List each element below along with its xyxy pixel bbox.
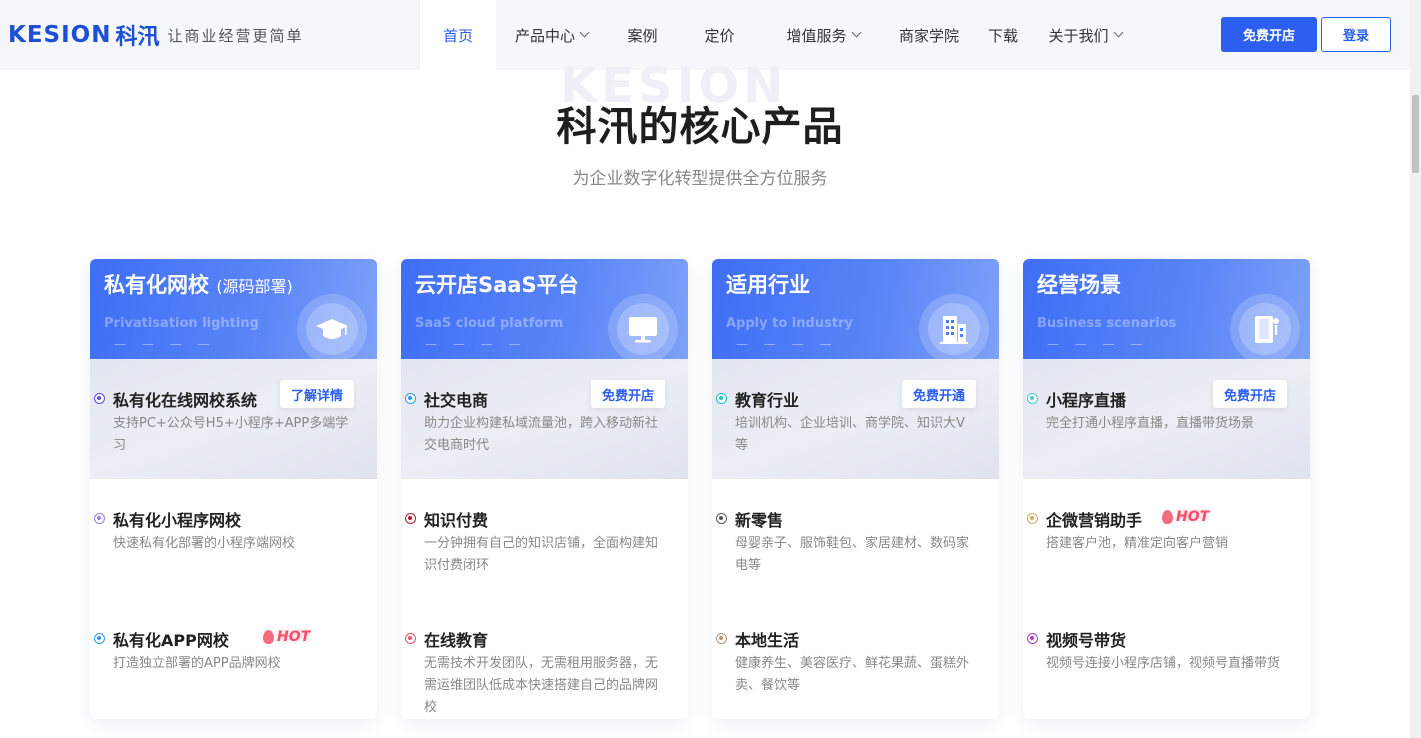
- card-item-description: 健康养生、美容医疗、鲜花果蔬、蛋糕外卖、餐饮等: [735, 656, 970, 693]
- card-title-text: 私有化网校: [104, 273, 209, 297]
- card-english-subtitle: Privatisation lighting: [104, 316, 259, 331]
- item-bullet-icon: [94, 393, 105, 404]
- card-item-title[interactable]: 在线教育: [424, 627, 488, 651]
- card-item-action-button[interactable]: 了解详情: [280, 380, 354, 408]
- nav-item-label: 商家学院: [898, 26, 959, 45]
- card-title: 经营场景: [1037, 269, 1121, 299]
- flame-icon: [1162, 510, 1173, 524]
- nav-item-6[interactable]: 下载: [973, 0, 1033, 70]
- chevron-down-icon: [579, 27, 590, 38]
- nav-item-label: 下载: [987, 26, 1018, 45]
- nav-item-label: 案例: [627, 26, 658, 45]
- card-item-description: 快速私有化部署的小程序端网校: [113, 536, 296, 551]
- card-item-title[interactable]: 私有化APP网校: [113, 627, 229, 651]
- nav-item-label: 首页: [442, 26, 473, 45]
- nav-item-0[interactable]: 首页: [420, 0, 496, 70]
- card-english-subtitle: Apply to industry: [726, 316, 853, 331]
- hot-badge-label: HOT: [1176, 509, 1210, 525]
- card-item-title[interactable]: 教育行业: [735, 387, 799, 411]
- nav-item-label: 关于我们: [1048, 26, 1109, 45]
- card-header: 适用行业 Apply to industry — — — —: [712, 259, 999, 364]
- item-bullet-icon: [1027, 633, 1038, 644]
- card-item-action-button[interactable]: 免费开通: [902, 380, 976, 408]
- card-item-action-button[interactable]: 免费开店: [1213, 380, 1287, 408]
- hot-badge: HOT: [1162, 509, 1209, 525]
- nav-item-label: 定价: [704, 26, 735, 45]
- card-item-title[interactable]: 小程序直播: [1046, 387, 1126, 411]
- card-english-subtitle: SaaS cloud platform: [415, 316, 564, 331]
- card-dash-decoration: — — — —: [425, 337, 527, 351]
- card-item-title[interactable]: 知识付费: [424, 507, 488, 531]
- hot-badge-label: HOT: [277, 629, 311, 645]
- scrollbar-thumb[interactable]: [1412, 95, 1419, 173]
- card-item-title[interactable]: 企微营销助手: [1046, 507, 1142, 531]
- card-title-text: 云开店SaaS平台: [415, 273, 579, 297]
- nav-item-7[interactable]: 关于我们: [1033, 0, 1137, 70]
- item-bullet-icon: [405, 513, 416, 524]
- card-item-title[interactable]: 私有化在线网校系统: [113, 387, 257, 411]
- card-item-title[interactable]: 新零售: [735, 507, 783, 531]
- mobile-info-icon: [1247, 311, 1283, 347]
- card-item-title[interactable]: 私有化小程序网校: [113, 507, 241, 531]
- card-item-description: 支持PC+公众号H5+小程序+APP多端学习: [113, 416, 349, 453]
- card-item-description: 完全打通小程序直播，直播带货场景: [1046, 416, 1255, 431]
- card-item-description: 无需技术开发团队，无需租用服务器，无需运维团队低成本快速搭建自己的品牌网校: [424, 656, 659, 715]
- brand-logo[interactable]: KESION 科汛 让商业经营更简单: [8, 19, 304, 51]
- free-open-store-button[interactable]: 免费开店: [1221, 17, 1317, 52]
- product-card-2: 适用行业 Apply to industry — — — — 教育行业 免费开通培训机构…: [712, 259, 999, 719]
- product-card-3: 经营场景 Business scenarios — — — — 小程序直播 免费开店完全…: [1023, 259, 1310, 719]
- card-header: 私有化网校 (源码部署) Privatisation lighting — — — …: [90, 259, 377, 364]
- nav-item-label: 增值服务: [786, 26, 847, 45]
- item-bullet-icon: [716, 633, 727, 644]
- product-card-1: 云开店SaaS平台 SaaS cloud platform — — — — 社交电商 免…: [401, 259, 688, 719]
- card-header: 经营场景 Business scenarios — — — —: [1023, 259, 1310, 364]
- graduation-cap-icon: [314, 311, 350, 347]
- hot-badge: HOT: [263, 629, 310, 645]
- chevron-down-icon: [851, 27, 861, 38]
- item-bullet-icon: [405, 633, 416, 644]
- chevron-down-icon: [1113, 27, 1123, 38]
- card-dash-decoration: — — — —: [114, 337, 216, 351]
- card-item-description: 视频号连接小程序店铺，视频号直播带货: [1046, 656, 1281, 671]
- login-button[interactable]: 登录: [1321, 17, 1391, 52]
- card-item-title[interactable]: 本地生活: [735, 627, 799, 651]
- card-item-title[interactable]: 视频号带货: [1046, 627, 1126, 651]
- item-bullet-icon: [716, 393, 727, 404]
- card-title: 云开店SaaS平台: [415, 269, 579, 299]
- section-subtitle: 为企业数字化转型提供全方位服务: [572, 169, 828, 189]
- card-item-description: 搭建客户池，精准定向客户营销: [1046, 536, 1229, 551]
- card-title: 私有化网校 (源码部署): [104, 269, 293, 299]
- logo-chinese-name: 科汛: [115, 25, 160, 50]
- card-dash-decoration: — — — —: [736, 337, 838, 351]
- item-bullet-icon: [1027, 513, 1038, 524]
- item-bullet-icon: [94, 513, 105, 524]
- flame-icon: [263, 630, 274, 644]
- product-card-0: 私有化网校 (源码部署) Privatisation lighting — — — …: [90, 259, 377, 719]
- card-item-title[interactable]: 社交电商: [424, 387, 488, 411]
- building-icon: [936, 311, 972, 347]
- card-title-text: 经营场景: [1037, 273, 1121, 297]
- item-bullet-icon: [94, 633, 105, 644]
- item-bullet-icon: [1027, 393, 1038, 404]
- card-header: 云开店SaaS平台 SaaS cloud platform — — — —: [401, 259, 688, 364]
- logo-wordmark: KESION: [8, 22, 112, 48]
- card-title: 适用行业: [726, 269, 810, 299]
- card-item-description: 一分钟拥有自己的知识店铺，全面构建知识付费闭环: [424, 536, 659, 573]
- nav-item-5[interactable]: 商家学院: [885, 0, 973, 70]
- card-english-subtitle: Business scenarios: [1037, 316, 1177, 331]
- section-title: 科汛的核心产品: [556, 104, 844, 150]
- card-item-description: 母婴亲子、服饰鞋包、家居建材、数码家电等: [735, 536, 970, 573]
- item-bullet-icon: [405, 393, 416, 404]
- card-title-text: 适用行业: [726, 273, 810, 297]
- card-title-suffix: (源码部署): [216, 277, 293, 296]
- card-item-description: 助力企业构建私域流量池，跨入移动新社交电商时代: [424, 416, 659, 453]
- card-item-action-button[interactable]: 免费开店: [591, 380, 665, 408]
- card-dash-decoration: — — — —: [1047, 337, 1149, 351]
- card-item-description: 打造独立部署的APP品牌网校: [113, 656, 281, 671]
- monitor-icon: [625, 311, 661, 347]
- card-item-description: 培训机构、企业培训、商学院、知识大V等: [735, 416, 965, 453]
- item-bullet-icon: [716, 513, 727, 524]
- logo-slogan: 让商业经营更简单: [167, 26, 304, 45]
- nav-item-label: 产品中心: [514, 26, 575, 45]
